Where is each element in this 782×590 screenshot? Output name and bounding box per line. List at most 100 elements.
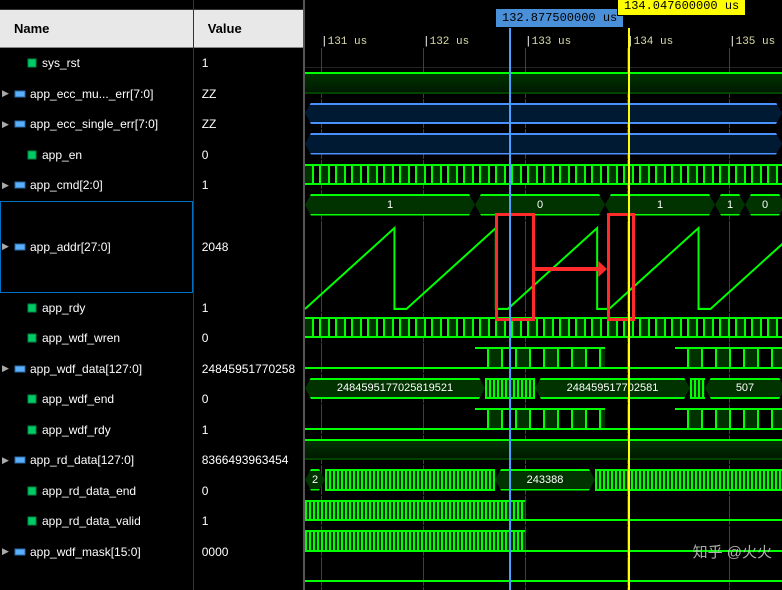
signal-value[interactable]: 1 bbox=[194, 415, 303, 446]
chevron-right-icon[interactable]: ▶ bbox=[2, 180, 12, 191]
name-header[interactable]: Name bbox=[0, 10, 193, 48]
bus-icon bbox=[14, 546, 26, 558]
wave-row[interactable]: 10110 bbox=[305, 190, 782, 221]
cursor-yellow-label[interactable]: 134.047600000 us bbox=[617, 0, 746, 16]
wave-row[interactable]: 2243388 bbox=[305, 465, 782, 496]
signal-value[interactable]: 1 bbox=[194, 506, 303, 537]
signal-label: sys_rst bbox=[42, 56, 80, 70]
left-panel: Name sys_rst ▶ app_ecc_mu..._err[7:0] ▶ app_… bbox=[0, 0, 305, 590]
chevron-right-icon[interactable]: ▶ bbox=[2, 119, 12, 130]
signal-value[interactable]: 1 bbox=[194, 170, 303, 201]
bit-icon bbox=[26, 332, 38, 344]
signal-value[interactable]: 8366493963454 bbox=[194, 445, 303, 476]
wave-row[interactable] bbox=[305, 343, 782, 374]
signal-value[interactable]: ZZ bbox=[194, 109, 303, 140]
ruler-tick: |135 us bbox=[729, 36, 775, 48]
ruler-tick: |131 us bbox=[321, 36, 367, 48]
bit-icon bbox=[26, 485, 38, 497]
signal-label: app_rd_data[127:0] bbox=[30, 453, 134, 467]
ruler-tick: |133 us bbox=[525, 36, 571, 48]
cursor-blue-label[interactable]: 132.877500000 us bbox=[495, 8, 624, 28]
signal-label: app_wdf_wren bbox=[42, 331, 120, 345]
name-column: Name sys_rst ▶ app_ecc_mu..._err[7:0] ▶ app_… bbox=[0, 0, 194, 590]
signal-value[interactable]: 0 bbox=[194, 323, 303, 354]
chevron-right-icon[interactable]: ▶ bbox=[2, 241, 12, 252]
wave-row[interactable] bbox=[305, 435, 782, 466]
bit-icon bbox=[26, 57, 38, 69]
bus-icon bbox=[14, 454, 26, 466]
annotation-box bbox=[495, 213, 535, 321]
signal-label: app_ecc_mu..._err[7:0] bbox=[30, 87, 153, 101]
wave-row[interactable] bbox=[305, 221, 782, 313]
ruler-tick: |132 us bbox=[423, 36, 469, 48]
annotation-box bbox=[607, 213, 635, 321]
signal-row-app-ecc-mu----err-7-0-[interactable]: ▶ app_ecc_mu..._err[7:0] bbox=[0, 79, 193, 110]
wave-row[interactable] bbox=[305, 129, 782, 160]
chevron-right-icon[interactable]: ▶ bbox=[2, 88, 12, 99]
signal-label: app_wdf_data[127:0] bbox=[30, 362, 142, 376]
signal-value[interactable]: 1 bbox=[194, 48, 303, 79]
signal-row-sys-rst[interactable]: sys_rst bbox=[0, 48, 193, 79]
value-column: Value 1ZZZZ01204810248459517702580183664… bbox=[194, 0, 303, 590]
signal-row-app-rdy[interactable]: app_rdy bbox=[0, 293, 193, 324]
signal-label: app_cmd[2:0] bbox=[30, 178, 103, 192]
signal-label: app_wdf_rdy bbox=[42, 423, 111, 437]
time-ruler[interactable]: |131 us |132 us |133 us |134 us |135 us bbox=[305, 36, 782, 68]
value-header[interactable]: Value bbox=[194, 10, 303, 48]
bit-icon bbox=[26, 393, 38, 405]
signal-label: app_wdf_end bbox=[42, 392, 114, 406]
signal-row-app-wdf-data-127-0-[interactable]: ▶ app_wdf_data[127:0] bbox=[0, 354, 193, 385]
signal-label: app_rd_data_valid bbox=[42, 514, 141, 528]
bit-icon bbox=[26, 424, 38, 436]
signal-label: app_wdf_mask[15:0] bbox=[30, 545, 141, 559]
app-root: Name sys_rst ▶ app_ecc_mu..._err[7:0] ▶ app_… bbox=[0, 0, 782, 590]
bit-icon bbox=[26, 149, 38, 161]
bit-icon bbox=[26, 302, 38, 314]
signal-row-app-addr-27-0-[interactable]: ▶ app_addr[27:0] bbox=[0, 201, 193, 293]
signal-label: app_en bbox=[42, 148, 82, 162]
wave-row[interactable] bbox=[305, 313, 782, 344]
waveform-panel[interactable]: 132.877500000 us 134.047600000 us |131 u… bbox=[305, 0, 782, 590]
wave-row[interactable] bbox=[305, 404, 782, 435]
wave-row[interactable] bbox=[305, 160, 782, 191]
signal-row-app-wdf-rdy[interactable]: app_wdf_rdy bbox=[0, 415, 193, 446]
ruler-tick: |134 us bbox=[627, 36, 673, 48]
signal-row-app-cmd-2-0-[interactable]: ▶ app_cmd[2:0] bbox=[0, 170, 193, 201]
signal-label: app_addr[27:0] bbox=[30, 240, 111, 254]
signal-value[interactable]: ZZ bbox=[194, 79, 303, 110]
bus-icon bbox=[14, 363, 26, 375]
bit-icon bbox=[26, 515, 38, 527]
annotation-arrow bbox=[535, 259, 607, 279]
signal-row-app-rd-data-valid[interactable]: app_rd_data_valid bbox=[0, 506, 193, 537]
chevron-right-icon[interactable]: ▶ bbox=[2, 455, 12, 466]
signal-row-app-rd-data-end[interactable]: app_rd_data_end bbox=[0, 476, 193, 507]
signal-value[interactable]: 0 bbox=[194, 476, 303, 507]
signal-value[interactable]: 0 bbox=[194, 140, 303, 171]
bus-icon bbox=[14, 179, 26, 191]
signal-label: app_rd_data_end bbox=[42, 484, 136, 498]
wave-row[interactable] bbox=[305, 99, 782, 130]
signal-value[interactable]: 0000 bbox=[194, 537, 303, 568]
signal-label: app_rdy bbox=[42, 301, 85, 315]
chevron-right-icon[interactable]: ▶ bbox=[2, 546, 12, 557]
signal-row-app-rd-data-127-0-[interactable]: ▶ app_rd_data[127:0] bbox=[0, 445, 193, 476]
wave-row[interactable]: 2484595177025819521248459517702581507 bbox=[305, 374, 782, 405]
signal-value[interactable]: 2048 bbox=[194, 201, 303, 293]
signal-label: app_ecc_single_err[7:0] bbox=[30, 117, 158, 131]
bus-icon bbox=[14, 118, 26, 130]
signal-row-app-en[interactable]: app_en bbox=[0, 140, 193, 171]
watermark: 知乎 @火火 bbox=[693, 541, 772, 562]
signal-row-app-wdf-end[interactable]: app_wdf_end bbox=[0, 384, 193, 415]
signal-value[interactable]: 1 bbox=[194, 293, 303, 324]
signal-row-app-ecc-single-err-7-0-[interactable]: ▶ app_ecc_single_err[7:0] bbox=[0, 109, 193, 140]
signal-value[interactable]: 0 bbox=[194, 384, 303, 415]
signal-row-app-wdf-mask-15-0-[interactable]: ▶ app_wdf_mask[15:0] bbox=[0, 537, 193, 568]
cursor-yellow[interactable] bbox=[628, 28, 630, 590]
cursor-blue[interactable] bbox=[509, 28, 511, 590]
wave-row[interactable] bbox=[305, 496, 782, 527]
bus-icon bbox=[14, 88, 26, 100]
signal-row-app-wdf-wren[interactable]: app_wdf_wren bbox=[0, 323, 193, 354]
signal-value[interactable]: 24845951770258 bbox=[194, 354, 303, 385]
wave-row[interactable] bbox=[305, 68, 782, 99]
chevron-right-icon[interactable]: ▶ bbox=[2, 363, 12, 374]
